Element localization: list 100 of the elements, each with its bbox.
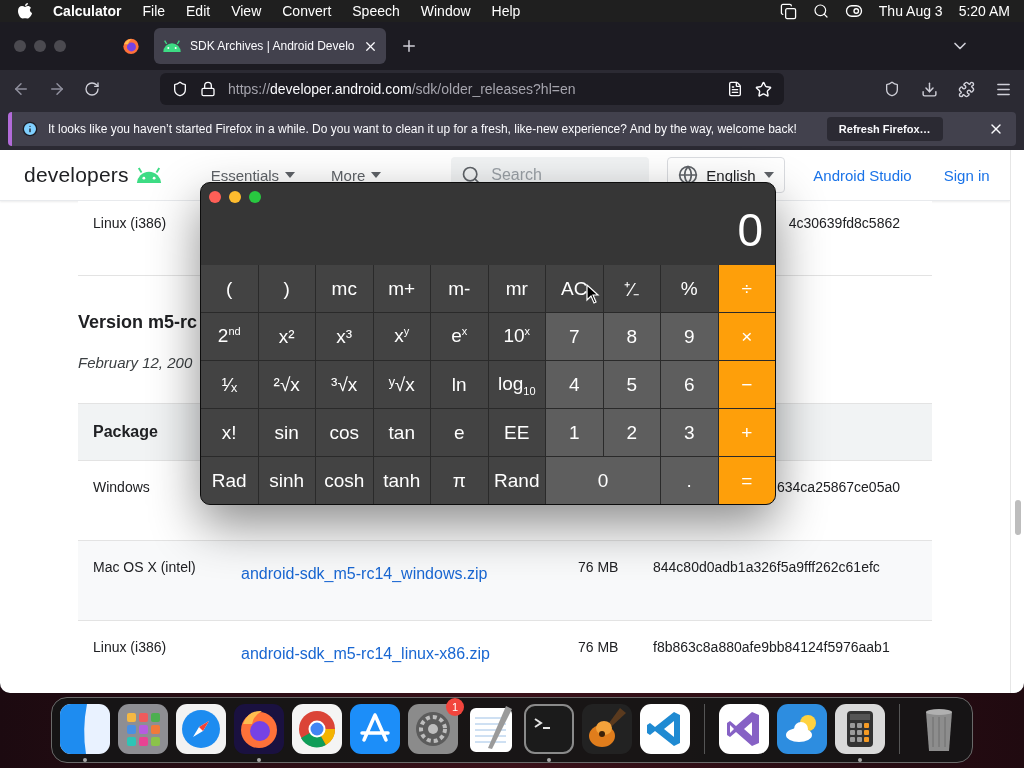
fox-globe-icon[interactable] [234, 704, 284, 754]
search-icon[interactable] [812, 3, 829, 19]
caret-icon [285, 172, 296, 178]
reload-icon[interactable] [84, 81, 100, 97]
window-close-button[interactable] [209, 191, 221, 203]
nav-menu[interactable]: More [331, 166, 382, 184]
menu-date[interactable]: Thu Aug 3 [878, 3, 943, 19]
calculator-key[interactable]: 10$^{x}$ [488, 313, 545, 360]
refresh-firefox-button[interactable]: Refresh Firefox… [826, 117, 943, 141]
header-link[interactable]: Android Studio [813, 166, 912, 184]
app-store-icon[interactable] [350, 704, 400, 754]
calculator-key[interactable]: ³√x [316, 361, 373, 408]
calculator-key[interactable]: 4 [546, 361, 603, 408]
site-logo[interactable]: developers [24, 163, 129, 187]
window-minimize-button[interactable] [229, 191, 241, 203]
calculator-key[interactable]: 2$^{nd}$ [201, 313, 258, 360]
address-field[interactable]: https://developer.android.com/sdk/older_releases?hl=en [160, 73, 784, 105]
menu-item[interactable]: Convert [282, 3, 332, 19]
window-zoom-button[interactable] [249, 191, 261, 203]
app-grid-icon[interactable] [118, 704, 168, 754]
calculator-key[interactable]: 2 [603, 409, 660, 456]
calculator-key[interactable]: cosh [316, 457, 373, 504]
cloud-sun-icon[interactable] [777, 704, 827, 754]
browser-menu-icon[interactable] [122, 37, 140, 55]
calculator-key[interactable]: Rad [201, 457, 258, 504]
calculator-key[interactable]: log$_{10}$ [488, 361, 545, 408]
calculator-key[interactable]: m+ [373, 265, 430, 312]
running-indicator [257, 758, 261, 762]
calculator-key[interactable]: ( [201, 265, 258, 312]
calculator-key[interactable]: 6 [661, 361, 718, 408]
calculator-key[interactable]: 7 [546, 313, 603, 360]
app-menu[interactable]: Calculator [53, 3, 122, 19]
bookmark-star-icon[interactable] [755, 80, 772, 98]
calculator-key[interactable]: mc [316, 265, 373, 312]
caret-icon [371, 172, 382, 178]
guitar-icon[interactable] [582, 704, 632, 754]
gear-icon[interactable] [408, 704, 458, 754]
calculator-key[interactable]: 8 [603, 313, 660, 360]
calculator-key[interactable]: mr [488, 265, 545, 312]
shield-icon[interactable] [172, 81, 188, 97]
android-head-icon [134, 166, 163, 184]
calculator-key[interactable]: cos [316, 409, 373, 456]
scrollbar-thumb[interactable] [1014, 500, 1021, 535]
calculator-display: 0 [737, 207, 763, 253]
calculator-key[interactable]: tan [373, 409, 430, 456]
calculator-key[interactable]: x² [258, 313, 315, 360]
calculator-key[interactable]: m- [431, 265, 488, 312]
new-tab-icon[interactable] [400, 37, 418, 55]
table-cell-text: f8b863c8a880afe9bb84124f5976aab1 [653, 638, 890, 655]
calculator-key[interactable]: . [661, 457, 718, 504]
screen-mirroring-icon[interactable] [779, 2, 797, 20]
calculator-key[interactable]: x³ [316, 313, 373, 360]
calculator-key[interactable]: ln [431, 361, 488, 408]
calculator-key[interactable]: Rand [488, 457, 545, 504]
download-icon[interactable] [921, 80, 938, 98]
calculator-key[interactable]: EE [488, 409, 545, 456]
calculator-key[interactable]: 0 [546, 457, 660, 504]
menu-item[interactable]: Window [420, 3, 471, 19]
terminal-icon[interactable] [524, 704, 574, 754]
calculator-key[interactable]: 5 [603, 361, 660, 408]
calculator-key[interactable]: ʸ√x [373, 361, 430, 408]
calculator-key[interactable]: ¹⁄ₓ [201, 361, 258, 408]
menu-item[interactable]: View [231, 3, 262, 19]
nav-menu[interactable]: Essentials [210, 166, 296, 184]
calculator-key[interactable]: % [661, 265, 718, 312]
calculator-icon[interactable] [835, 704, 885, 754]
menu-item[interactable]: File [142, 3, 166, 19]
calculator-key[interactable]: ) [258, 265, 315, 312]
lock-icon[interactable] [200, 81, 216, 97]
table-cell-text: 4c30639fd8c5862 [788, 214, 901, 231]
calculator-key[interactable]: x! [201, 409, 258, 456]
calculator-key[interactable]: sin [258, 409, 315, 456]
header-link[interactable]: Sign in [943, 166, 990, 184]
menu-item[interactable]: Edit [186, 3, 211, 19]
browser-tab[interactable]: SDK Archives | Android Develo [154, 28, 386, 64]
calculator-key[interactable]: π [431, 457, 488, 504]
menu-item[interactable]: Speech [352, 3, 400, 19]
control-center-icon[interactable] [844, 2, 863, 20]
download-link[interactable]: android-sdk_m5-rc14_linux-x86.zip [241, 621, 578, 663]
calculator-key[interactable]: sinh [258, 457, 315, 504]
apple-icon[interactable] [18, 3, 32, 19]
calculator-key[interactable]: tanh [373, 457, 430, 504]
back-icon[interactable] [12, 80, 30, 98]
calculator-key[interactable]: 1 [546, 409, 603, 456]
calculator-key[interactable]: x$^{y}$ [373, 313, 430, 360]
infinity-loop-icon[interactable] [719, 704, 769, 754]
compass-icon[interactable] [176, 704, 226, 754]
calculator-key[interactable]: ²√x [258, 361, 315, 408]
download-link[interactable]: android-sdk_m5-rc14_windows.zip [241, 541, 578, 583]
extensions-icon[interactable] [958, 80, 975, 98]
code-editor-icon[interactable] [640, 704, 690, 754]
menu-time[interactable]: 5:20 AM [958, 3, 1010, 19]
calculator-key[interactable]: ⁺⁄₋ [603, 265, 660, 312]
forward-icon[interactable] [48, 80, 66, 98]
reader-view-icon[interactable] [727, 81, 743, 97]
calculator-key[interactable]: e [431, 409, 488, 456]
calculator-key[interactable]: e$^{x}$ [431, 313, 488, 360]
calculator-key[interactable]: 3 [661, 409, 718, 456]
menu-item[interactable]: Help [491, 3, 521, 19]
calculator-key[interactable]: 9 [661, 313, 718, 360]
